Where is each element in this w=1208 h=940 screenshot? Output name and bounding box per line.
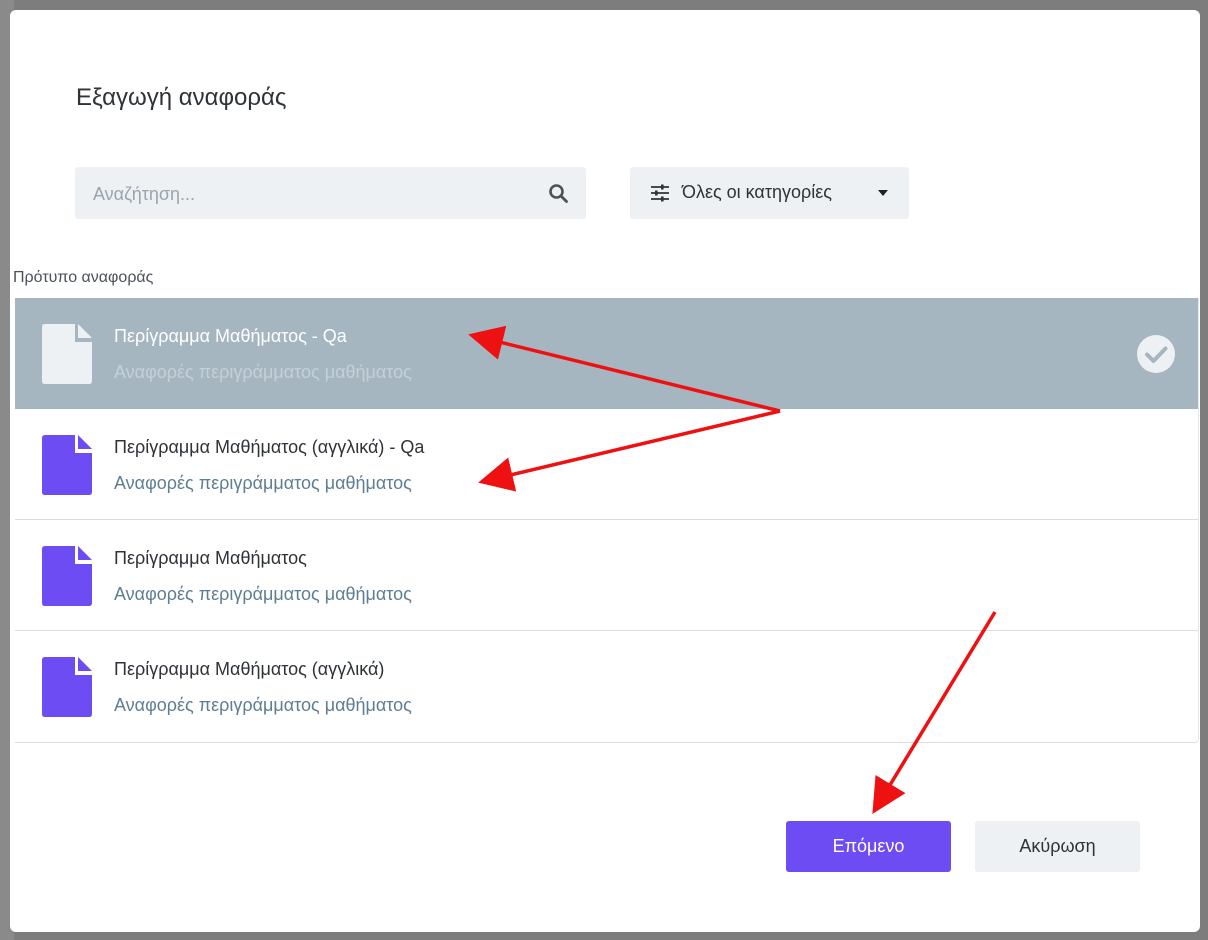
template-title: Περίγραμμα Μαθήματος - Qa — [114, 326, 347, 346]
template-title: Περίγραμμα Μαθήματος (αγγλικά) — [114, 659, 385, 679]
template-category: Αναφορές περιγράμματος μαθήματος — [114, 362, 412, 382]
template-category: Αναφορές περιγράμματος μαθήματος — [114, 584, 412, 604]
template-title: Περίγραμμα Μαθήματος (αγγλικά) - Qa — [114, 437, 425, 457]
search-icon[interactable] — [548, 183, 568, 203]
section-label: Πρότυπο αναφοράς — [13, 269, 154, 286]
document-icon — [42, 657, 92, 717]
cancel-button[interactable]: Ακύρωση — [975, 821, 1140, 872]
template-item-course-outline-qa[interactable]: Περίγραμμα Μαθήματος - Qa Αναφορές περιγ… — [15, 298, 1198, 409]
template-list: Περίγραμμα Μαθήματος - Qa Αναφορές περιγ… — [15, 298, 1199, 743]
template-item-course-outline-english-qa[interactable]: Περίγραμμα Μαθήματος (αγγλικά) - Qa Αναφ… — [15, 409, 1198, 520]
filter-label: Όλες οι κατηγορίες — [682, 182, 832, 202]
check-circle-icon — [1137, 335, 1175, 373]
template-item-course-outline[interactable]: Περίγραμμα Μαθήματος Αναφορές περιγράμμα… — [15, 520, 1198, 631]
next-button[interactable]: Επόμενο — [786, 821, 951, 872]
export-report-dialog: Εξαγωγή αναφοράς Όλες οι κατηγορίες Πρότ… — [10, 10, 1200, 932]
search-input[interactable] — [91, 167, 535, 221]
category-filter-dropdown[interactable]: Όλες οι κατηγορίες — [630, 167, 909, 219]
search-box — [75, 167, 586, 221]
template-category: Αναφορές περιγράμματος μαθήματος — [114, 473, 412, 493]
sliders-icon — [651, 184, 669, 202]
template-title: Περίγραμμα Μαθήματος — [114, 548, 307, 568]
document-icon — [42, 546, 92, 606]
caret-down-icon — [878, 190, 888, 196]
document-icon — [42, 435, 92, 495]
template-item-course-outline-english[interactable]: Περίγραμμα Μαθήματος (αγγλικά) Αναφορές … — [15, 631, 1198, 742]
template-category: Αναφορές περιγράμματος μαθήματος — [114, 695, 412, 715]
dialog-title: Εξαγωγή αναφοράς — [76, 84, 287, 111]
document-icon — [42, 324, 92, 384]
